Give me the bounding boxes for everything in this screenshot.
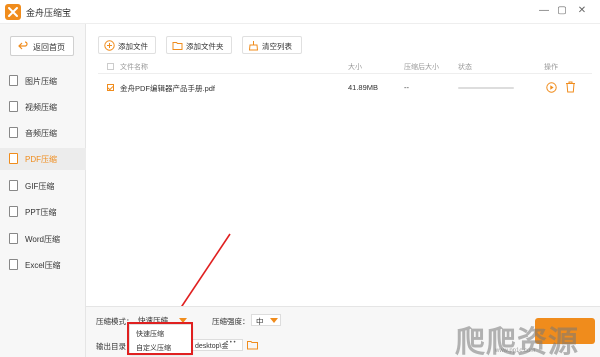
plus-circle-icon (104, 40, 115, 51)
sidebar-item-label: 视频压缩 (25, 103, 57, 112)
compressed-size: -- (404, 83, 409, 92)
add-folder-button[interactable]: 添加文件夹 (166, 36, 232, 54)
minimize-button[interactable]: — (537, 4, 551, 18)
back-home-button[interactable]: 返回首页 (10, 36, 74, 56)
column-header-size: 大小 (348, 64, 362, 71)
red-highlight-box (127, 322, 193, 355)
pdf-file-icon (9, 153, 18, 164)
file-name: 金舟PDF编辑器产品手册.pdf (120, 84, 216, 93)
sidebar-item-label: 图片压缩 (25, 77, 57, 86)
sidebar-item-label: Excel压缩 (25, 261, 61, 270)
browse-more-button[interactable]: • • • (226, 340, 236, 346)
compress-strength-value: 中 (256, 317, 264, 326)
ppt-file-icon (9, 206, 18, 217)
sidebar-item-image[interactable]: 图片压缩 (0, 70, 86, 92)
sidebar-item-label: 音频压缩 (25, 129, 57, 138)
chevron-down-icon (270, 318, 278, 323)
progress-bar (458, 87, 514, 89)
file-size: 41.89MB (348, 83, 379, 92)
add-file-button[interactable]: 添加文件 (98, 36, 156, 54)
gif-file-icon (9, 180, 18, 191)
sidebar-item-label: GIF压缩 (25, 182, 55, 191)
back-home-label: 返回首页 (33, 43, 65, 52)
select-all-checkbox[interactable] (107, 63, 114, 70)
back-arrow-icon (18, 41, 28, 50)
sidebar-item-gif[interactable]: GIF压缩 (0, 175, 86, 197)
sidebar: 返回首页 图片压缩 视频压缩 音频压缩 PDF压缩 GIF压缩 PPT压缩 Wo… (0, 24, 86, 357)
table-row[interactable]: 金舟PDF编辑器产品手册.pdf 41.89MB -- (98, 78, 592, 98)
word-file-icon (9, 233, 18, 244)
add-folder-label: 添加文件夹 (186, 42, 224, 51)
sidebar-item-label: PPT压缩 (25, 208, 57, 217)
video-file-icon (9, 101, 18, 112)
audio-file-icon (9, 127, 18, 138)
clear-list-button[interactable]: 清空列表 (242, 36, 302, 54)
play-icon[interactable] (546, 82, 557, 93)
folder-icon[interactable] (247, 340, 258, 350)
add-file-label: 添加文件 (118, 42, 148, 51)
output-path-value: desktop\金 (195, 343, 229, 350)
title-bar: 金舟压缩宝 — ▢ ✕ (0, 0, 600, 24)
trash-icon[interactable] (565, 81, 576, 93)
sidebar-item-video[interactable]: 视频压缩 (0, 96, 86, 118)
watermark: 爬爬资源 www.pp1c.com (455, 311, 600, 357)
app-logo-icon (5, 4, 21, 20)
sidebar-item-pdf[interactable]: PDF压缩 (0, 148, 86, 170)
column-header-name: 文件名称 (120, 64, 148, 71)
column-header-status: 状态 (458, 64, 472, 71)
excel-file-icon (9, 259, 18, 270)
row-checkbox[interactable] (107, 84, 114, 91)
app-title: 金舟压缩宝 (26, 8, 72, 18)
compress-strength-select[interactable]: 中 (251, 314, 281, 326)
compress-strength-label: 压缩强度： (212, 317, 250, 326)
column-header-compressed-size: 压缩后大小 (404, 64, 439, 71)
broom-icon (248, 41, 259, 51)
sidebar-item-excel[interactable]: Excel压缩 (0, 254, 86, 276)
sidebar-item-label: PDF压缩 (25, 155, 57, 164)
image-file-icon (9, 75, 18, 86)
sidebar-item-word[interactable]: Word压缩 (0, 228, 86, 250)
close-button[interactable]: ✕ (575, 4, 589, 18)
watermark-url: www.pp1c.com (495, 348, 536, 354)
column-header-actions: 操作 (544, 64, 558, 71)
clear-list-label: 清空列表 (262, 42, 292, 51)
maximize-button[interactable]: ▢ (555, 4, 569, 18)
table-header: 文件名称 大小 压缩后大小 状态 操作 (98, 60, 592, 74)
sidebar-item-label: Word压缩 (25, 235, 60, 244)
sidebar-item-ppt[interactable]: PPT压缩 (0, 201, 86, 223)
sidebar-item-audio[interactable]: 音频压缩 (0, 122, 86, 144)
folder-icon (172, 42, 183, 50)
